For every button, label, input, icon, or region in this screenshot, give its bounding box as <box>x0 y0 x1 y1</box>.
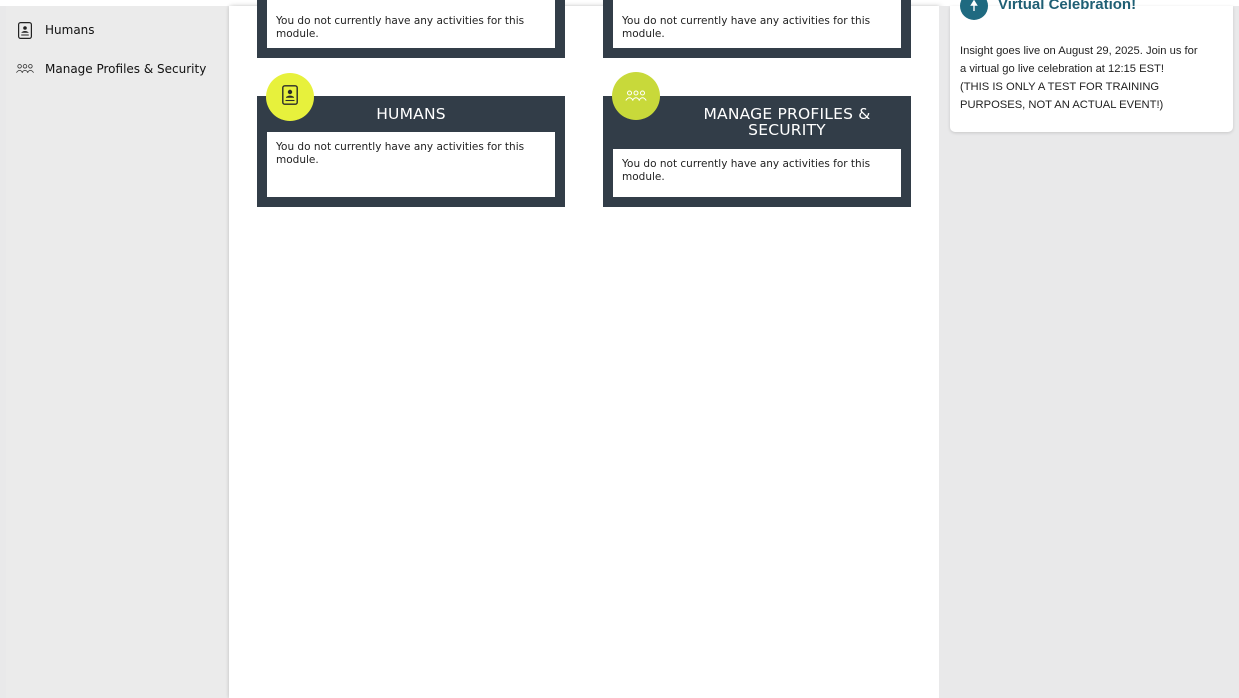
sidebar-item-humans[interactable]: Humans <box>16 19 95 41</box>
pin-icon <box>960 0 988 20</box>
id-card-icon <box>282 85 298 109</box>
sidebar: Humans Manage Profiles & Security <box>6 6 229 698</box>
module-card: You do not currently have any activities… <box>603 0 911 58</box>
users-icon <box>16 60 34 78</box>
id-card-icon <box>16 21 34 39</box>
manage-profiles-badge <box>612 72 660 120</box>
card-body: You do not currently have any activities… <box>267 0 555 48</box>
right-panel: Virtual Celebration! Insight goes live o… <box>939 0 1239 698</box>
card-title-line: SECURITY <box>748 121 826 139</box>
announcement-title: Virtual Celebration! <box>998 0 1137 13</box>
card-body: You do not currently have any activities… <box>267 132 555 197</box>
card-title-line: MANAGE PROFILES & <box>703 105 871 123</box>
sidebar-item-manage-profiles[interactable]: Manage Profiles & Security <box>16 58 206 80</box>
announcement-line: PURPOSES, NOT AN ACTUAL EVENT!) <box>960 99 1164 111</box>
announcement-card: Virtual Celebration! Insight goes live o… <box>950 0 1233 132</box>
sidebar-item-label: Manage Profiles & Security <box>45 62 207 76</box>
card-body: You do not currently have any activities… <box>613 0 901 48</box>
announcement-line: (THIS IS ONLY A TEST FOR TRAINING <box>960 81 1160 93</box>
humans-badge <box>266 73 314 121</box>
module-card: You do not currently have any activities… <box>257 0 565 58</box>
card-title: MANAGE PROFILES & SECURITY <box>663 106 911 138</box>
announcement-line: a virtual go live celebration at 12:15 E… <box>960 63 1164 75</box>
users-icon <box>625 87 647 106</box>
main-content: You do not currently have any activities… <box>229 0 939 698</box>
announcement-line: Insight goes live on August 29, 2025. Jo… <box>960 45 1198 57</box>
announcement-text: Insight goes live on August 29, 2025. Jo… <box>960 42 1228 114</box>
card-body: You do not currently have any activities… <box>613 149 901 197</box>
sidebar-item-label: Humans <box>45 23 95 37</box>
